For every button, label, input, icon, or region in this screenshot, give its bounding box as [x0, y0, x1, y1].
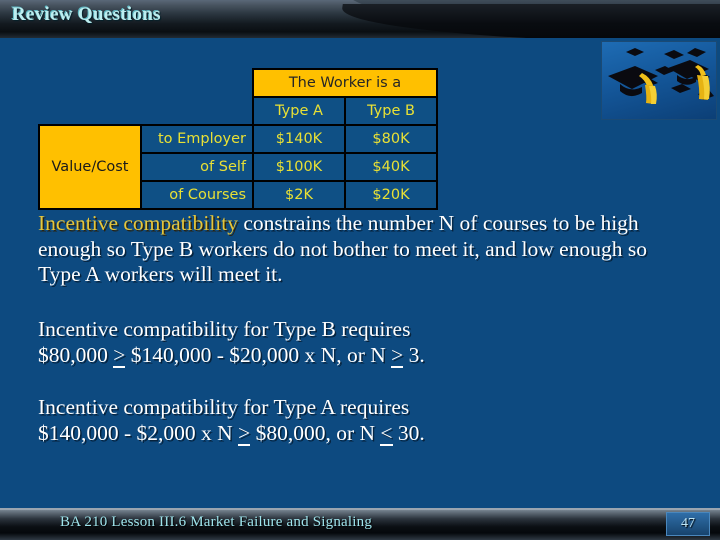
less-or-equal-symbol: <	[380, 420, 393, 446]
table-row-spanner-header: The Worker is a	[39, 68, 438, 98]
table-row-column-headers: Type A Type B	[39, 96, 438, 126]
p2-text-c: 3.	[403, 342, 425, 367]
greater-or-equal-symbol: >	[391, 342, 404, 368]
p3-text-c: 30.	[392, 420, 425, 445]
paragraph-type-b-condition: Incentive compatibility for Type B requi…	[38, 317, 598, 368]
slide-footer-bar: BA 210 Lesson III.6 Market Failure and S…	[0, 508, 720, 540]
slide-page-number: 47	[666, 512, 710, 536]
greater-or-equal-symbol: >	[238, 420, 251, 446]
table-row-label-of-self: of Self	[140, 152, 254, 182]
table-cell-empty-corner-1	[39, 69, 141, 97]
table-cell-of-courses-type-a: $2K	[252, 180, 346, 210]
header-swoosh-inner-decoration	[337, 4, 720, 38]
highlighted-term-incentive-compatibility: Incentive compatibility	[38, 211, 239, 235]
paragraph-2-line-2: $80,000 > $140,000 - $20,000 x N, or N >…	[38, 343, 598, 369]
table-row-label-of-courses: of Courses	[140, 180, 254, 210]
p3-text-b: $80,000, or N	[250, 420, 381, 445]
table-cell-empty-corner-2	[141, 69, 253, 97]
table-cell-to-employer-type-b: $80K	[344, 124, 438, 154]
table-header-type-b: Type B	[344, 96, 438, 126]
p3-text-a: $140,000 - $2,000 x N	[38, 420, 239, 445]
graduation-caps-illustration	[608, 48, 714, 104]
paragraph-incentive-compatibility-definition: Incentive compatibility constrains the n…	[38, 211, 686, 288]
greater-or-equal-symbol: >	[113, 342, 126, 368]
table-cell-to-employer-type-a: $140K	[252, 124, 346, 154]
table-cell-empty-corner-4	[141, 97, 253, 125]
table-cell-of-courses-type-b: $20K	[344, 180, 438, 210]
paragraph-3-line-2: $140,000 - $2,000 x N > $80,000, or N < …	[38, 421, 598, 447]
table-row: Value/Cost to Employer $140K $80K	[38, 124, 438, 210]
table-header-type-a: Type A	[252, 96, 346, 126]
table-cell-of-self-type-a: $100K	[252, 152, 346, 182]
footer-divider	[0, 508, 720, 510]
table-header-spanner: The Worker is a	[252, 68, 438, 98]
table-group-label-value-cost: Value/Cost	[38, 124, 142, 210]
table-cell-empty-corner-3	[39, 97, 141, 125]
p2-text-a: $80,000	[38, 342, 114, 367]
paragraph-3-line-1: Incentive compatibility for Type A requi…	[38, 395, 410, 419]
worker-type-table: The Worker is a Type A Type B Value/Cost…	[38, 68, 438, 210]
table-cell-of-self-type-b: $40K	[344, 152, 438, 182]
footer-lesson-label: BA 210 Lesson III.6 Market Failure and S…	[60, 514, 373, 530]
slide: Review Questions The Worker is a Type A …	[0, 0, 720, 540]
graduation-caps-photo	[601, 41, 717, 120]
page-title: Review Questions	[12, 4, 161, 25]
table-row-label-to-employer: to Employer	[140, 124, 254, 154]
paragraph-2-line-1: Incentive compatibility for Type B requi…	[38, 317, 411, 341]
p2-text-b: $140,000 - $20,000 x N, or N	[125, 342, 392, 367]
paragraph-type-a-condition: Incentive compatibility for Type A requi…	[38, 395, 598, 446]
